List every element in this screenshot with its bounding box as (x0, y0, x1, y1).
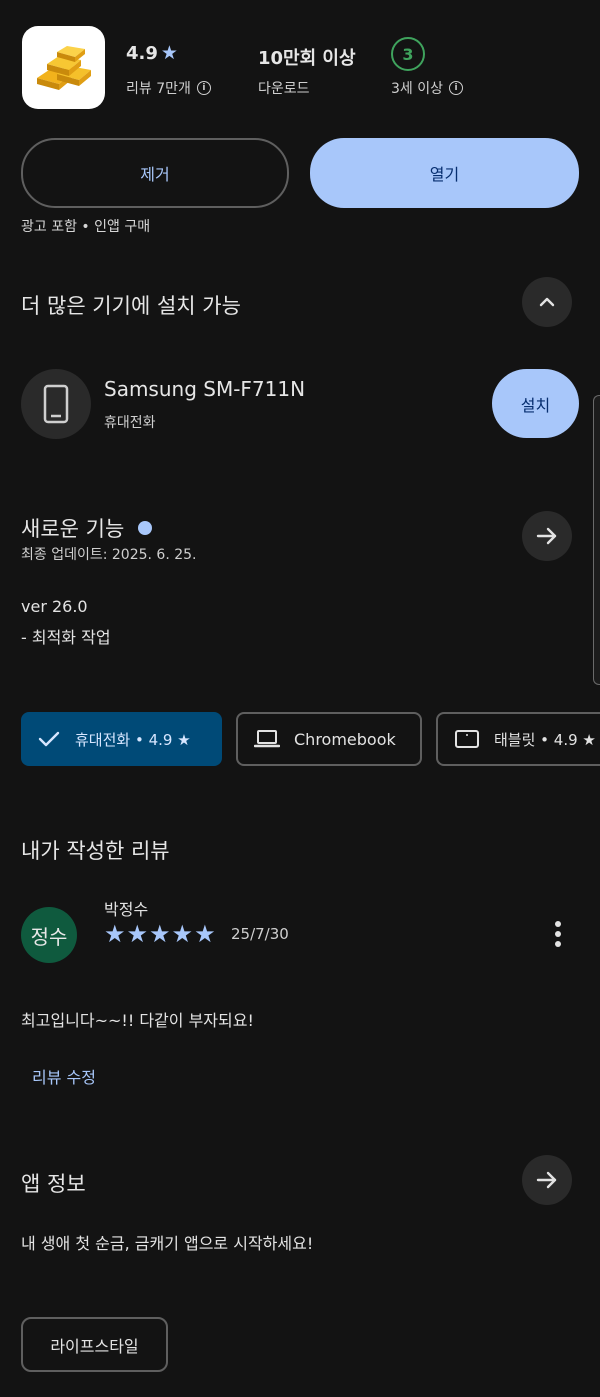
more-devices-title: 더 많은 기기에 설치 가능 (21, 294, 241, 318)
last-updated: 최종 업데이트: 2025. 6. 25. (21, 547, 197, 563)
phone-icon (43, 384, 69, 424)
review-stars: ★★★★★ (104, 920, 217, 948)
laptop-icon (254, 730, 280, 748)
reviews-label: 리뷰 7만개 (126, 81, 191, 97)
whats-new-arrow-button[interactable] (522, 511, 572, 561)
age-rating-badge: 3 (391, 37, 425, 71)
rating-stat: 4.9 ★ (126, 42, 178, 64)
tab-chromebook[interactable]: Chromebook (236, 712, 422, 766)
app-info-title: 앱 정보 (21, 1172, 86, 1196)
tab-phone[interactable]: 휴대전화 • 4.9 ★ (21, 712, 222, 766)
new-dot-icon (138, 521, 153, 535)
scrollbar-handle[interactable] (593, 395, 600, 685)
tab-phone-label: 휴대전화 • 4.9 ★ (75, 730, 191, 749)
arrow-right-icon (536, 1171, 557, 1189)
downloads-label: 다운로드 (258, 81, 310, 97)
age-rating[interactable]: 3세 이상 i (391, 78, 463, 98)
more-options-button[interactable] (548, 920, 568, 950)
age-label: 3세 이상 (391, 81, 443, 97)
info-icon: i (196, 81, 211, 95)
review-date: 25/7/30 (231, 925, 289, 943)
rating-value: 4.9 (126, 42, 158, 64)
tablet-icon (455, 730, 479, 748)
collapse-button[interactable] (522, 277, 572, 327)
whats-new-title: 새로운 기능 (21, 517, 125, 541)
update-note: - 최적화 작업 (21, 628, 111, 647)
app-icon (22, 26, 105, 109)
device-type: 휴대전화 (104, 415, 156, 431)
open-button[interactable]: 열기 (310, 138, 579, 208)
arrow-right-icon (536, 527, 557, 545)
device-name: Samsung SM-F711N (104, 377, 306, 401)
avatar: 정수 (21, 907, 77, 963)
reviewer-name: 박정수 (104, 900, 149, 919)
star-icon: ★ (160, 42, 178, 64)
tab-tablet-label: 태블릿 • 4.9 ★ (494, 730, 596, 749)
info-icon: i (449, 81, 463, 95)
version-text: ver 26.0 (21, 597, 88, 616)
check-icon (38, 731, 60, 747)
device-avatar (21, 369, 91, 439)
chevron-up-icon (539, 297, 555, 307)
app-description: 내 생애 첫 순금, 금캐기 앱으로 시작하세요! (21, 1234, 314, 1253)
uninstall-button[interactable]: 제거 (21, 138, 289, 208)
my-review-title: 내가 작성한 리뷰 (21, 839, 170, 863)
review-text: 최고입니다~~!! 다같이 부자되요! (21, 1011, 254, 1030)
ads-inapp-note: 광고 포함 • 인앱 구매 (21, 219, 151, 235)
more-vert-icon (555, 921, 561, 947)
whats-new-header: 새로운 기능 (21, 513, 153, 543)
install-button[interactable]: 설치 (492, 369, 579, 438)
edit-review-link[interactable]: 리뷰 수정 (32, 1064, 96, 1088)
tab-chromebook-label: Chromebook (294, 729, 396, 749)
tab-tablet[interactable]: 태블릿 • 4.9 ★ (436, 712, 600, 766)
reviews-count[interactable]: 리뷰 7만개 i (126, 78, 211, 98)
app-info-arrow-button[interactable] (522, 1155, 572, 1205)
downloads-value: 10만회 이상 (258, 48, 356, 69)
category-chip[interactable]: 라이프스타일 (21, 1317, 168, 1372)
gold-bars-icon (36, 45, 91, 90)
